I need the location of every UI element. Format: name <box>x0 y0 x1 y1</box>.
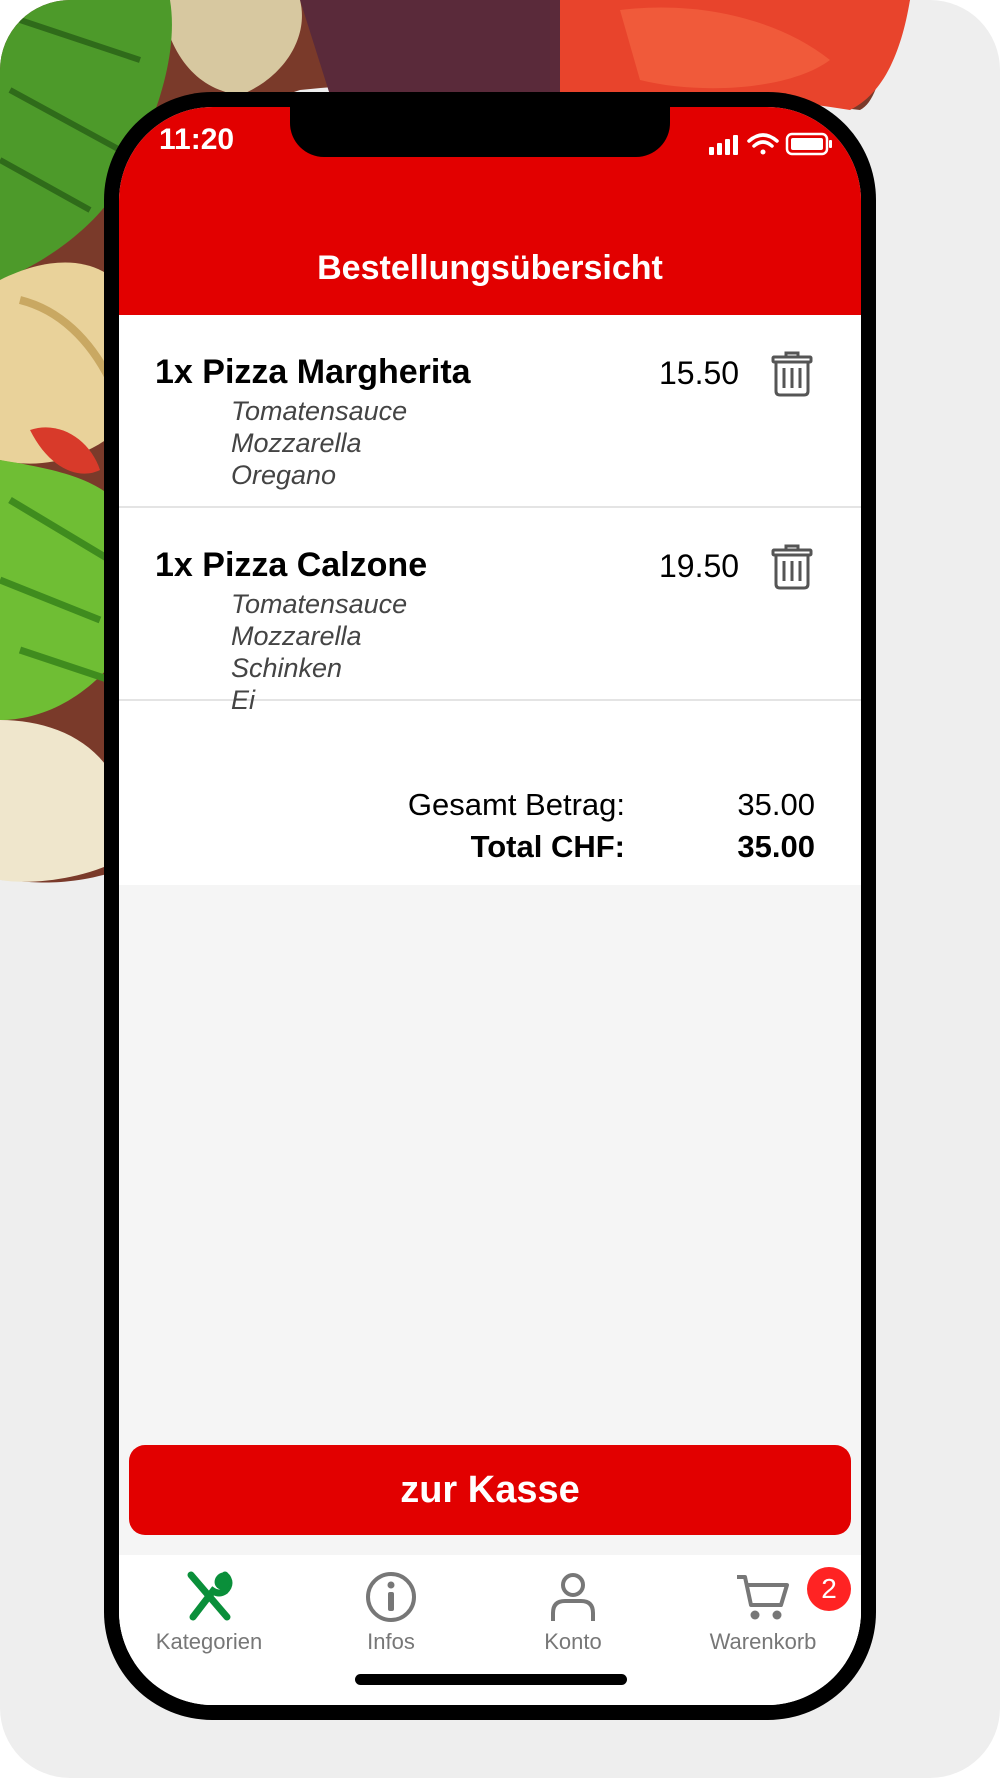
totals-section: Gesamt Betrag: 35.00 Total CHF: 35.00 <box>119 767 861 885</box>
cart-badge: 2 <box>807 1567 851 1611</box>
tab-konto[interactable]: Konto <box>483 1569 663 1669</box>
ingredient: Tomatensauce <box>231 396 408 426</box>
tab-label: Warenkorb <box>709 1629 817 1654</box>
phone-frame: 11:20 Bestellungsübersicht 1x Pizza Marg… <box>104 92 876 1720</box>
tab-label: Konto <box>544 1629 602 1654</box>
subtotal-label: Gesamt Betrag: <box>407 787 625 822</box>
ingredient: Schinken <box>231 653 343 683</box>
order-item-name: 1x Pizza Calzone <box>155 546 428 584</box>
order-item: 1x Pizza Calzone 19.50 Tomatensauce Mozz… <box>119 508 861 715</box>
cart-icon <box>737 1575 789 1620</box>
home-indicator <box>355 1674 627 1685</box>
trash-icon[interactable] <box>771 544 813 590</box>
battery-icon <box>785 132 832 156</box>
trash-icon[interactable] <box>771 351 813 397</box>
status-time: 11:20 <box>159 123 235 156</box>
ingredient-list: Tomatensauce Mozzarella Schinken Ei <box>231 588 407 716</box>
ingredient: Mozzarella <box>231 428 362 458</box>
total-label: Total CHF: <box>470 829 625 864</box>
checkout-button[interactable]: zur Kasse <box>129 1445 851 1535</box>
tab-label: Infos <box>367 1629 415 1654</box>
phone-screen: 11:20 Bestellungsübersicht 1x Pizza Marg… <box>119 107 861 1705</box>
ingredient: Ei <box>231 685 256 715</box>
tab-infos[interactable]: Infos <box>301 1569 481 1669</box>
phone-notch <box>290 107 670 157</box>
order-item-price: 15.50 <box>659 355 740 391</box>
ingredient-list: Tomatensauce Mozzarella Oregano <box>231 395 407 491</box>
subtotal-value: 35.00 <box>737 787 815 822</box>
tab-kategorien[interactable]: Kategorien <box>119 1569 299 1669</box>
total-value: 35.00 <box>737 829 815 864</box>
signal-icon <box>709 135 738 155</box>
order-item-price: 19.50 <box>659 548 740 584</box>
order-item-name: 1x Pizza Margherita <box>155 353 471 391</box>
ingredient: Tomatensauce <box>231 589 408 619</box>
status-icons <box>709 132 832 156</box>
ingredient: Oregano <box>231 460 337 490</box>
header-bar: 11:20 Bestellungsübersicht <box>119 107 861 315</box>
info-icon <box>366 1572 416 1622</box>
wifi-icon <box>747 133 779 155</box>
person-icon <box>551 1573 595 1621</box>
ingredient: Mozzarella <box>231 621 362 651</box>
tab-label: Kategorien <box>155 1629 263 1654</box>
fork-spoon-icon <box>187 1571 233 1621</box>
order-item: 1x Pizza Margherita 15.50 Tomatensauce M… <box>119 315 861 508</box>
page-title: Bestellungsübersicht <box>317 249 663 287</box>
